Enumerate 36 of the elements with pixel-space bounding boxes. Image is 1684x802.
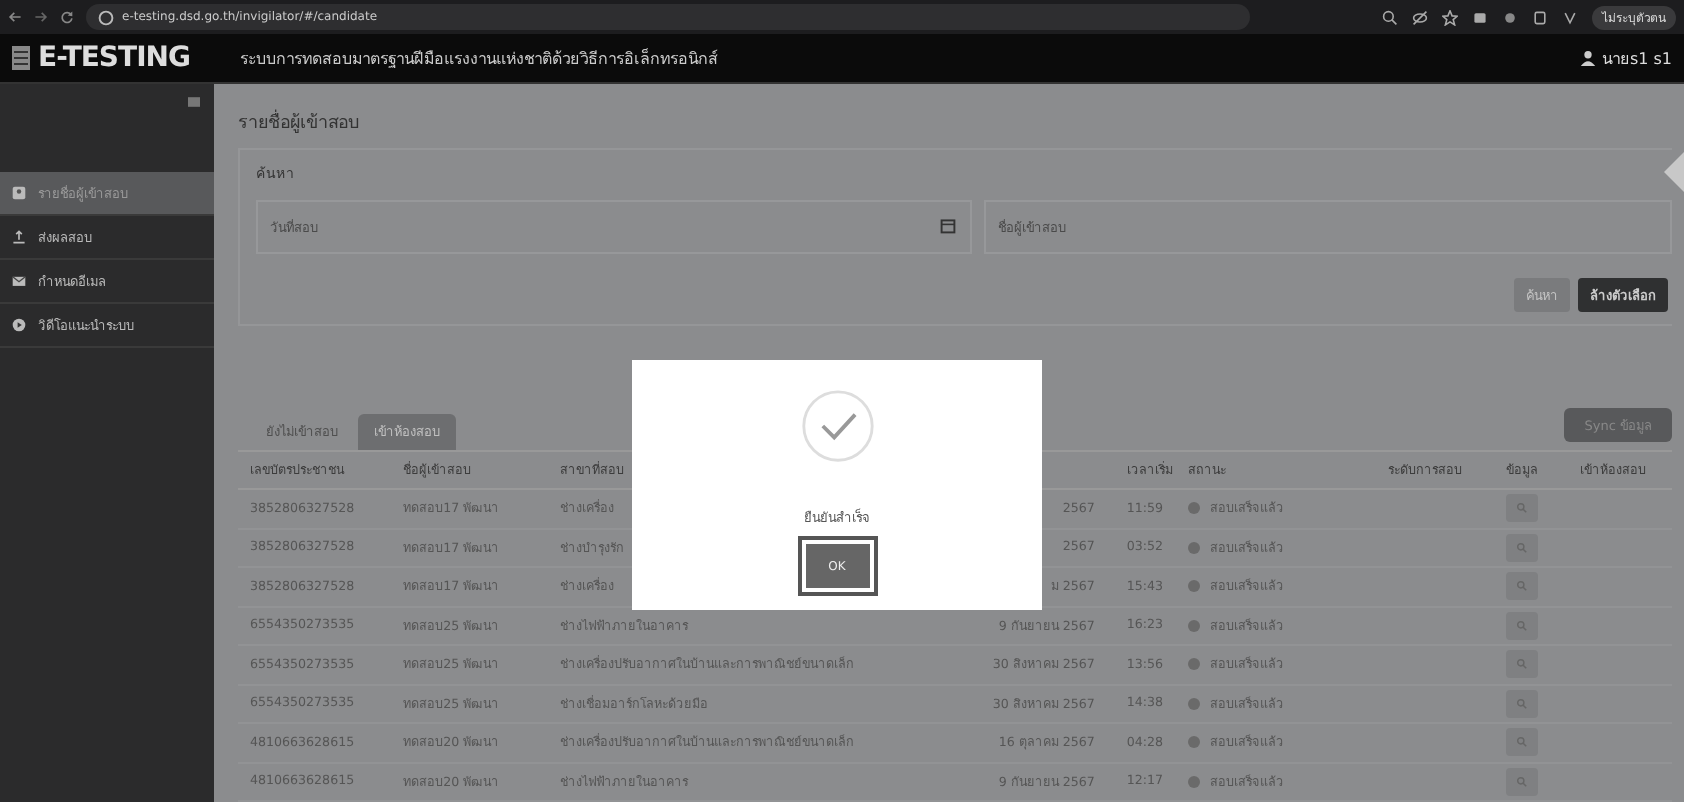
search-icon <box>1515 697 1528 710</box>
status-dot <box>1187 502 1200 515</box>
eye-off-icon[interactable] <box>1412 9 1428 26</box>
upload-icon <box>12 230 26 244</box>
search-icon <box>1515 736 1528 749</box>
system-title: ระบบการทดสอบมาตรฐานฝีมือแรงงานแห่งชาติด้วยวิธีการอิเล็กทรอนิกส์ <box>240 46 718 72</box>
status-dot <box>1187 697 1200 710</box>
status-dot <box>1187 580 1200 593</box>
logo-text: E-TESTING <box>38 42 190 75</box>
status-dot <box>1187 775 1200 788</box>
status-dot <box>1187 541 1200 554</box>
site-info-icon[interactable] <box>98 9 114 26</box>
search-icon <box>1515 541 1528 554</box>
window-icon[interactable] <box>1532 9 1548 26</box>
page-title: รายชื่อผู้เข้าสอบ <box>238 84 1672 148</box>
status-dot <box>1187 658 1200 671</box>
star-icon[interactable] <box>1442 9 1458 26</box>
play-circle-icon <box>12 318 26 332</box>
calendar-icon[interactable] <box>940 218 956 234</box>
status-dot <box>1187 736 1200 749</box>
status-dot <box>1187 619 1200 632</box>
search-icon <box>1515 775 1528 788</box>
check-circle-icon <box>799 388 875 464</box>
reload-icon[interactable] <box>60 10 74 25</box>
search-icon <box>1515 619 1528 632</box>
user-icon <box>1579 50 1596 67</box>
zoom-icon[interactable] <box>1382 9 1398 26</box>
search-icon <box>1515 580 1528 593</box>
forward-icon[interactable] <box>34 10 48 25</box>
search-icon <box>1515 502 1528 515</box>
contact-card-icon <box>12 186 26 200</box>
user-menu[interactable]: นายs1 s1 <box>1579 45 1672 72</box>
mail-icon <box>12 274 26 288</box>
search-icon <box>1515 658 1528 671</box>
logo-icon <box>12 44 32 73</box>
back-icon[interactable] <box>8 10 22 25</box>
